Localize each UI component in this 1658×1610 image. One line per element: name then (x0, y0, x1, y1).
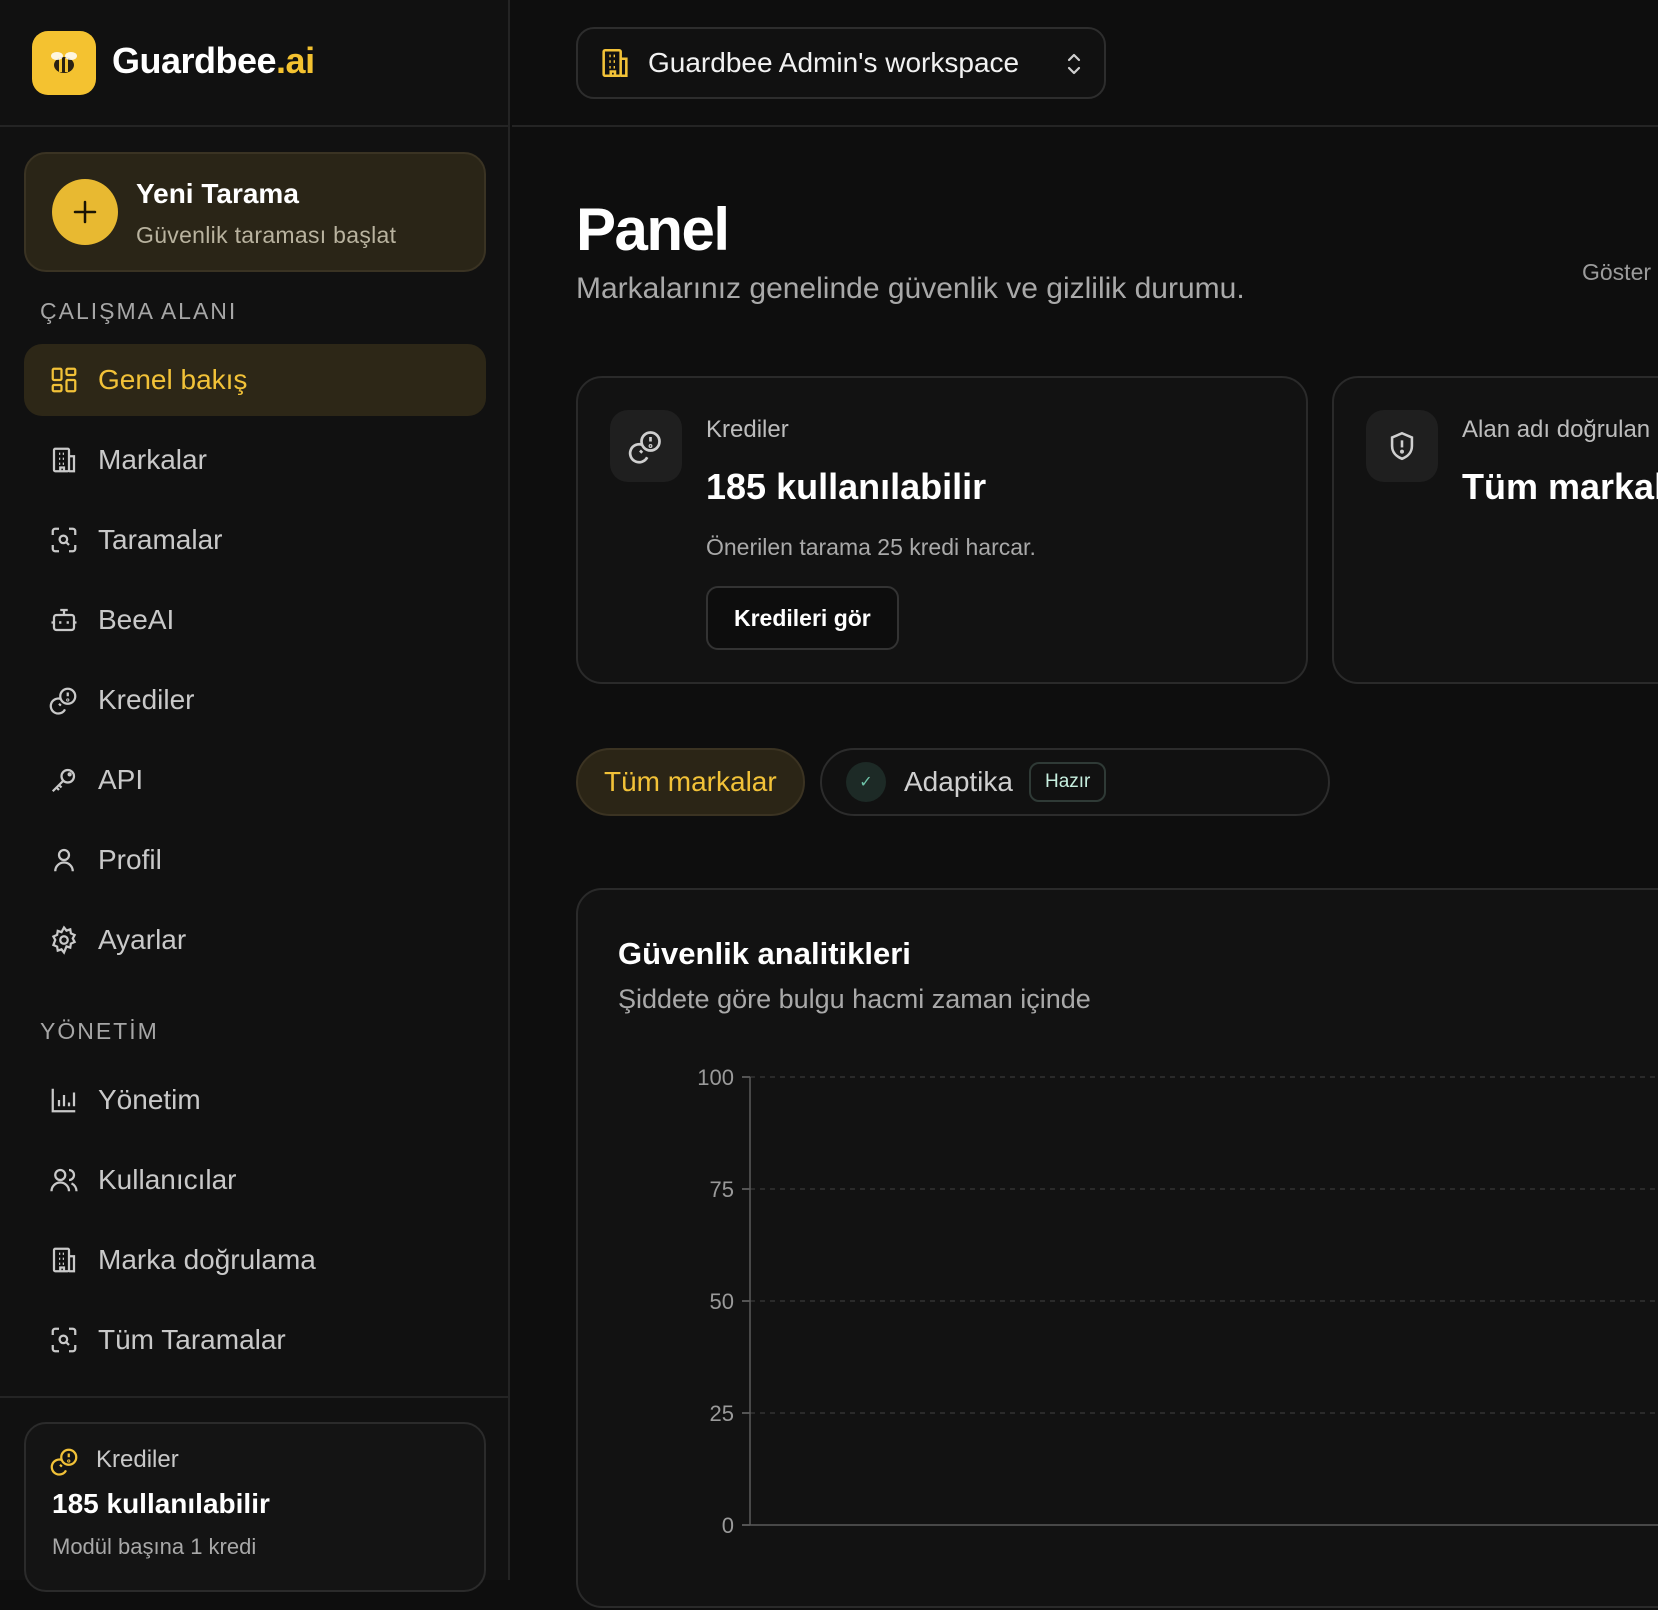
sidebar-item-label: Ayarlar (98, 924, 187, 955)
sidebar-item-all-scans[interactable]: Tüm Taramalar (24, 1304, 486, 1376)
workspace-name: Guardbee Admin's workspace (648, 47, 1020, 78)
grid-icon (48, 364, 80, 396)
coins-icon (48, 684, 80, 716)
credits-value: 185 kullanılabilir (52, 1488, 270, 1519)
sidebar-item-overview[interactable]: Genel bakış (24, 344, 486, 416)
sidebar-item-brands[interactable]: Markalar (24, 424, 486, 496)
y-tick-label: 0 (722, 1513, 734, 1538)
filter-all-brands[interactable]: Tüm markalar (576, 748, 805, 816)
sidebar-item-label: API (98, 764, 144, 795)
sidebar-item-credits[interactable]: Krediler (24, 664, 486, 736)
sidebar-item-label: BeeAI (98, 604, 175, 635)
key-icon (48, 764, 80, 796)
credits-subtitle: Modül başına 1 kredi (52, 1534, 257, 1559)
coins-icon (610, 410, 682, 482)
y-tick-label: 50 (710, 1289, 734, 1314)
domain-verification-card: Alan adı doğrulan Tüm markal (1332, 376, 1658, 684)
sidebar-item-label: Krediler (98, 684, 195, 715)
page-title: Panel (576, 196, 730, 263)
y-tick-label: 75 (710, 1177, 734, 1202)
user-icon (48, 844, 80, 876)
sidebar-credits-card[interactable]: Krediler 185 kullanılabilir Modül başına… (24, 1422, 486, 1592)
sidebar-item-label: Marka doğrulama (98, 1244, 316, 1275)
sidebar-item-management[interactable]: Yönetim (24, 1064, 486, 1136)
status-badge: Hazır (1028, 762, 1107, 802)
brand-name: Guardbee.ai (112, 40, 315, 81)
plus-icon (52, 179, 118, 245)
sidebar-item-label: Genel bakış (98, 364, 248, 395)
sidebar-item-label: Tüm Taramalar (98, 1324, 286, 1355)
y-tick-label: 100 (697, 1065, 734, 1090)
analytics-chart: 100 75 50 25 0 (697, 1065, 1658, 1538)
chevron-up-down-icon (1067, 53, 1081, 75)
card-label: Krediler (706, 416, 789, 443)
page-subtitle: Markalarınız genelinde güvenlik ve gizli… (576, 272, 1245, 305)
new-scan-subtitle: Güvenlik taraması başlat (136, 222, 397, 248)
brand-avatar: ✓ (846, 762, 886, 802)
sidebar-item-scans[interactable]: Taramalar (24, 504, 486, 576)
credits-summary-card: Krediler 185 kullanılabilir Önerilen tar… (576, 376, 1308, 684)
coins-icon (50, 1446, 80, 1476)
sidebar-item-settings[interactable]: Ayarlar (24, 904, 486, 976)
sidebar: Guardbee.ai Yeni Tarama Güvenlik taramas… (0, 0, 510, 1592)
new-scan-title: Yeni Tarama (136, 178, 299, 209)
shield-alert-icon (1366, 410, 1438, 482)
sidebar-item-label: Profil (98, 844, 162, 875)
scan-icon (48, 524, 80, 556)
gear-icon (48, 924, 80, 956)
divider (0, 1396, 510, 1398)
sidebar-item-beeai[interactable]: BeeAI (24, 584, 486, 656)
workspace-section-label: ÇALIŞMA ALANI (40, 298, 238, 324)
users-icon (48, 1164, 80, 1196)
card-value: 185 kullanılabilir (706, 466, 987, 507)
sidebar-item-api[interactable]: API (24, 744, 486, 816)
credits-label: Krediler (96, 1446, 179, 1473)
show-toggle-label[interactable]: Göster (1582, 259, 1651, 286)
y-tick-label: 25 (710, 1401, 734, 1426)
bot-icon (48, 604, 80, 636)
building-icon (48, 444, 80, 476)
sidebar-item-label: Taramalar (98, 524, 223, 555)
card-description: Önerilen tarama 25 kredi harcar. (706, 534, 1036, 560)
new-scan-button[interactable]: Yeni Tarama Güvenlik taraması başlat (24, 152, 486, 272)
brand-header: Guardbee.ai (0, 0, 510, 127)
sidebar-item-label: Kullanıcılar (98, 1164, 237, 1195)
bee-logo-icon[interactable] (32, 31, 96, 95)
view-credits-button[interactable]: Kredileri gör (706, 586, 899, 650)
sidebar-item-profile[interactable]: Profil (24, 824, 486, 896)
scan-icon (48, 1324, 80, 1356)
card-value: Tüm markal (1462, 466, 1658, 507)
sidebar-item-brand-verification[interactable]: Marka doğrulama (24, 1224, 486, 1296)
brand-chip-label: Adaptika (904, 766, 1013, 797)
sidebar-item-label: Yönetim (98, 1084, 201, 1115)
building-icon (48, 1244, 80, 1276)
building-icon (602, 48, 628, 78)
filter-brand-adaptika[interactable]: ✓ Adaptika Hazır (820, 748, 1330, 816)
topbar: Guardbee Admin's workspace (512, 0, 1658, 127)
sidebar-item-label: Markalar (98, 444, 207, 475)
workspace-switcher[interactable]: Guardbee Admin's workspace (576, 27, 1106, 99)
sidebar-item-users[interactable]: Kullanıcılar (24, 1144, 486, 1216)
security-analytics-card: Güvenlik analitikleri Şiddete göre bulgu… (576, 888, 1658, 1608)
card-label: Alan adı doğrulan (1462, 416, 1651, 443)
admin-section-label: YÖNETİM (40, 1018, 159, 1044)
bar-chart-icon (48, 1084, 80, 1116)
